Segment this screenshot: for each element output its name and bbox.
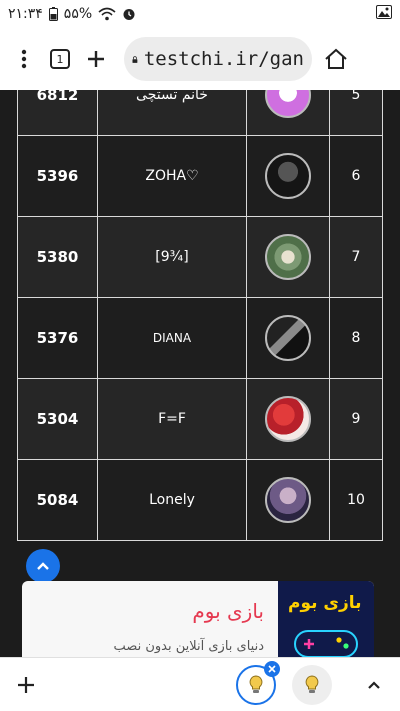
battery-icon	[48, 7, 58, 21]
player-name: ZOHA♡	[97, 135, 247, 217]
rank-cell: 5	[329, 90, 383, 136]
home-icon[interactable]	[318, 39, 354, 79]
table-row: 5396 ZOHA♡ 6	[17, 135, 383, 217]
avatar	[265, 153, 311, 199]
browser-toolbar: 1 testchi.ir/gan	[0, 28, 400, 90]
table-row: 5376 DIANA 8	[17, 297, 383, 379]
table-row: 5084 Lonely 10	[17, 459, 383, 541]
chevron-up-icon[interactable]	[360, 671, 388, 699]
table-row: 5380 [9¾] 7	[17, 216, 383, 298]
avatar	[265, 234, 311, 280]
ad-banner[interactable]: بازی بوم دنیای بازی آنلاین بدون نصب بازی…	[22, 581, 374, 657]
player-name: DIANA	[97, 297, 247, 379]
rank-cell: 8	[329, 297, 383, 379]
avatar	[265, 315, 311, 361]
score-cell: 5396	[17, 135, 98, 217]
player-name: [9¾]	[97, 216, 247, 298]
avatar	[265, 90, 311, 118]
rank-cell: 6	[329, 135, 383, 217]
status-bar: ۲۱:۳۴ ۵۵%	[0, 0, 400, 28]
leaderboard-table: 6812 خانم تستچی 5 5396 ZOHA♡ 6 5380 [9¾]	[17, 90, 383, 541]
suggestion-button[interactable]	[292, 664, 332, 705]
suggestion-button-active[interactable]	[236, 660, 280, 705]
ad-title: بازی بوم	[192, 599, 264, 623]
lock-icon	[132, 55, 138, 63]
image-notification-icon	[376, 5, 392, 19]
ad-image-title: بازی بوم	[288, 593, 362, 613]
ad-description: دنیای بازی آنلاین بدون نصب	[113, 639, 264, 654]
tab-switcher-button[interactable]: 1	[42, 39, 78, 79]
gamepad-icon	[294, 630, 358, 657]
avatar	[265, 477, 311, 523]
player-name: خانم تستچی	[97, 90, 247, 136]
score-cell: 5084	[17, 459, 98, 541]
new-tab-icon[interactable]	[78, 39, 114, 79]
battery-level: ۵۵%	[63, 6, 93, 22]
add-icon[interactable]	[12, 671, 40, 699]
url-text: testchi.ir/gan	[143, 48, 304, 70]
player-name: Lonely	[97, 459, 247, 541]
alarm-icon	[123, 9, 135, 20]
tab-count: 1	[50, 49, 70, 69]
more-menu-icon[interactable]	[6, 39, 42, 79]
lightbulb-icon	[249, 674, 263, 693]
lightbulb-icon	[305, 674, 319, 693]
avatar	[265, 396, 311, 442]
score-cell: 5376	[17, 297, 98, 379]
wifi-icon	[98, 7, 116, 21]
page-content: 6812 خانم تستچی 5 5396 ZOHA♡ 6 5380 [9¾]	[0, 90, 400, 657]
bottom-toolbar	[0, 657, 400, 711]
rank-cell: 9	[329, 378, 383, 460]
scroll-to-top-button[interactable]	[26, 549, 60, 583]
rank-cell: 7	[329, 216, 383, 298]
player-name: F=F	[97, 378, 247, 460]
address-bar[interactable]: testchi.ir/gan	[124, 37, 312, 81]
ad-image: بازی بوم	[278, 581, 374, 657]
table-row: 6812 خانم تستچی 5	[17, 90, 383, 136]
clock: ۲۱:۳۴	[8, 6, 43, 22]
table-row: 5304 F=F 9	[17, 378, 383, 460]
score-cell: 5304	[17, 378, 98, 460]
rank-cell: 10	[329, 459, 383, 541]
chevron-up-icon	[37, 562, 49, 570]
score-cell: 6812	[17, 90, 98, 136]
score-cell: 5380	[17, 216, 98, 298]
close-icon[interactable]	[264, 660, 280, 677]
